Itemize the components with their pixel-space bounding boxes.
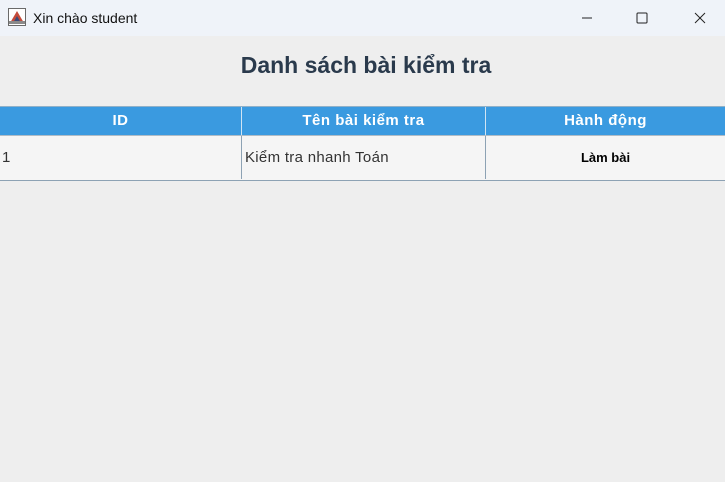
take-test-button[interactable]: Làm bài [486, 136, 725, 179]
java-app-icon [8, 8, 26, 26]
close-icon [694, 12, 706, 24]
test-list-table: ID Tên bài kiểm tra Hành động 1 Kiểm tra… [0, 106, 725, 181]
table-header: ID Tên bài kiểm tra Hành động [0, 106, 725, 135]
window-title: Xin chào student [33, 10, 138, 26]
close-button[interactable] [677, 0, 723, 36]
minimize-button[interactable] [564, 0, 610, 36]
column-header-id[interactable]: ID [0, 107, 242, 135]
title-bar[interactable]: Xin chào student [0, 0, 725, 36]
table-row[interactable]: 1 Kiểm tra nhanh Toán Làm bài [0, 135, 725, 181]
minimize-icon [581, 12, 593, 24]
maximize-button[interactable] [619, 0, 665, 36]
maximize-icon [636, 12, 648, 24]
column-header-name[interactable]: Tên bài kiểm tra [242, 107, 486, 135]
app-window: Xin chào student Danh sách bài kiểm tra … [0, 0, 725, 482]
page-title: Danh sách bài kiểm tra [240, 52, 492, 78]
cell-id[interactable]: 1 [0, 136, 242, 179]
column-header-action[interactable]: Hành động [486, 107, 725, 135]
cell-test-name[interactable]: Kiểm tra nhanh Toán [242, 136, 486, 179]
